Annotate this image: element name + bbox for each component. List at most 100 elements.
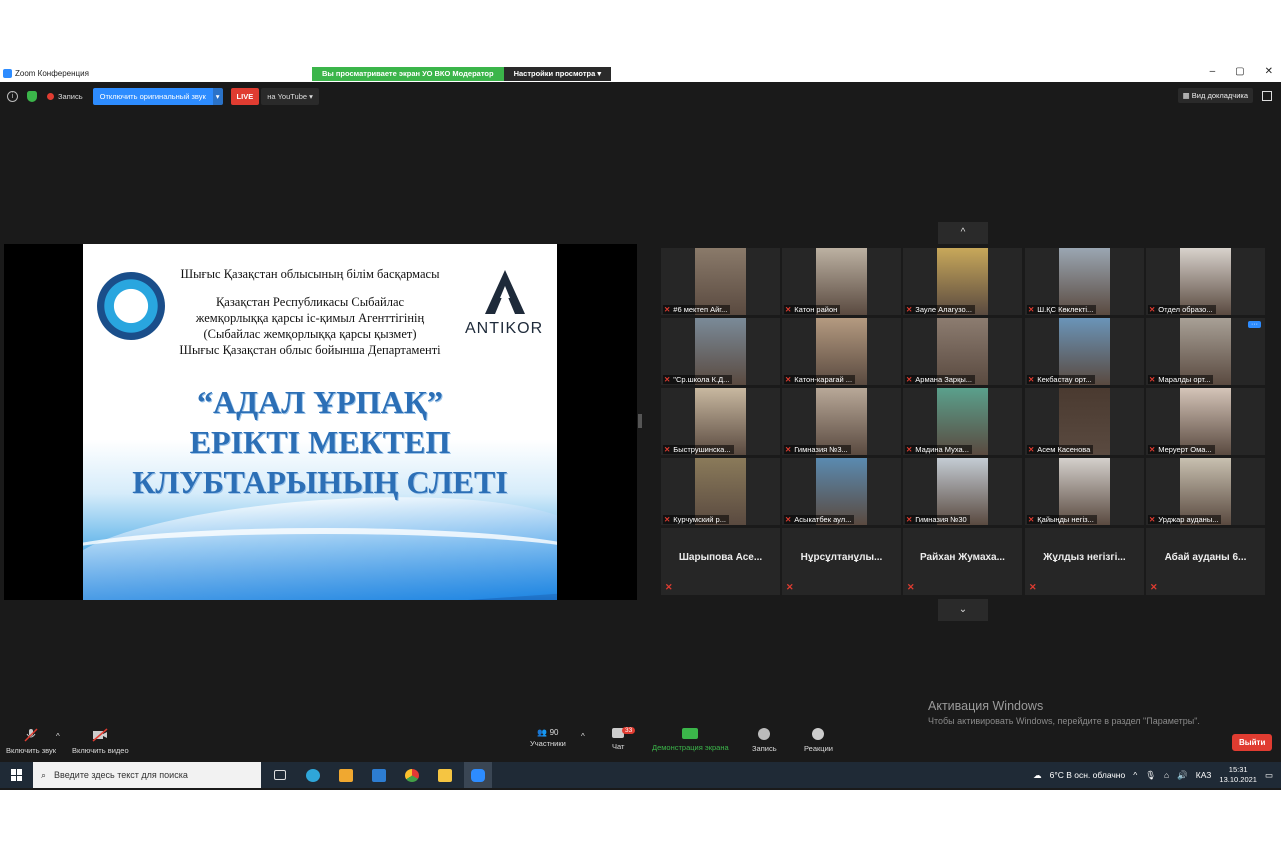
muted-mic-icon: ✕ — [665, 582, 673, 592]
split-divider-handle[interactable] — [638, 414, 642, 428]
speaker-view-button[interactable]: ▦ Вид докладчика — [1177, 88, 1253, 103]
close-button[interactable]: ✕ — [1265, 66, 1273, 77]
participant-name-label: Курчумский р... — [673, 515, 726, 524]
participant-name-label: Нұрсұлтанұлы... — [800, 552, 883, 563]
unmute-button[interactable]: Включить звук — [6, 728, 56, 755]
chevron-up-icon[interactable]: ^ — [1133, 770, 1137, 780]
task-view-button[interactable] — [266, 762, 294, 788]
notification-icon[interactable]: ▭ — [1265, 770, 1273, 781]
slide-title-line: “АДАЛ ҰРПАҚ” — [197, 384, 443, 420]
record-indicator[interactable]: Запись — [58, 92, 83, 101]
top-toolbar: i Запись Отключить оригинальный звук ▾ L… — [0, 84, 1281, 108]
participant-name: ✕ "Ср.школа К.Д... — [663, 375, 733, 384]
share-status: Вы просматриваете экран УО ВКО Модератор — [312, 67, 504, 81]
fullscreen-icon[interactable] — [1262, 91, 1272, 101]
more-options-icon[interactable]: ··· — [1248, 321, 1261, 328]
participant-tile[interactable]: ✕ Зауле Алагузо... — [903, 248, 1022, 315]
mail-button[interactable] — [365, 762, 393, 788]
muted-mic-icon: ✕ — [1028, 375, 1035, 384]
participants-caret[interactable]: ^ — [581, 732, 585, 741]
participant-tile[interactable]: ✕ Гимназия №3... — [782, 388, 901, 455]
view-options-button[interactable]: Настройки просмотра ▾ — [503, 67, 612, 81]
shield-icon[interactable] — [27, 90, 37, 102]
chrome-button[interactable] — [398, 762, 426, 788]
audio-options-caret[interactable]: ^ — [56, 732, 60, 741]
leave-button[interactable]: Выйти — [1232, 734, 1273, 751]
participant-tile[interactable]: ✕ Курчумский р... — [661, 458, 780, 525]
youtube-stream-button[interactable]: на YouTube ▾ — [261, 87, 319, 105]
participant-tile[interactable]: ✕ "Ср.школа К.Д... — [661, 318, 780, 385]
participant-tile[interactable]: ✕ Маралды орт... ··· — [1146, 318, 1265, 385]
participant-tile[interactable]: Шарыпова Асе... ✕ — [661, 528, 780, 595]
live-badge[interactable]: LIVE — [230, 87, 260, 105]
slide-header-line: (Сыбайлас жемқорлыққа қарсы қызмет) — [203, 327, 417, 341]
participant-name-label: Армана Зарқы... — [915, 375, 972, 384]
participant-tile[interactable]: ✕ Асем Касенова — [1025, 388, 1144, 455]
edge-icon — [306, 768, 320, 782]
edge-button[interactable] — [299, 762, 327, 788]
participant-name-label: Меруерт Ома... — [1158, 445, 1212, 454]
participant-name: ✕ Курчумский р... — [663, 515, 729, 524]
participant-tile[interactable]: ✕ Ш.ҚС Көклекті... — [1025, 248, 1144, 315]
language-indicator[interactable]: КАЗ — [1196, 770, 1212, 780]
participants-icon: 👥 90 — [537, 728, 559, 737]
presentation-slide: Шығыс Қазақстан облысының білім басқарма… — [83, 244, 557, 600]
participant-tile[interactable]: Абай ауданы 6... ✕ — [1146, 528, 1265, 595]
store-button[interactable] — [332, 762, 360, 788]
participant-name-label: Отдел образо... — [1158, 305, 1213, 314]
muted-mic-icon: ✕ — [786, 582, 794, 592]
taskbar-search[interactable]: ⌕ Введите здесь текст для поиска — [33, 762, 261, 788]
record-button[interactable]: Запись — [752, 728, 777, 753]
network-icon[interactable]: ⌂ — [1164, 770, 1169, 780]
participant-tile[interactable]: ✕ Гимназия №30 — [903, 458, 1022, 525]
activation-subtitle: Чтобы активировать Windows, перейдите в … — [928, 716, 1200, 726]
clock[interactable]: 15:31 13.10.2021 — [1219, 765, 1257, 785]
clock-time: 15:31 — [1228, 765, 1248, 774]
start-video-label: Включить видео — [72, 746, 129, 755]
participant-tile[interactable]: ✕ Кекбастау орт... — [1025, 318, 1144, 385]
participant-tile[interactable]: ✕ Катон район — [782, 248, 901, 315]
participant-tile[interactable]: ✕ Қайыңды негіз... — [1025, 458, 1144, 525]
participant-tile[interactable]: ✕ Отдел образо... — [1146, 248, 1265, 315]
participant-tile[interactable]: Райхан Жумаха... ✕ — [903, 528, 1022, 595]
search-icon: ⌕ — [41, 769, 47, 780]
microphone-icon[interactable]: 🎙 — [1145, 770, 1156, 781]
volume-icon[interactable]: 🔊 — [1177, 770, 1188, 781]
maximize-button[interactable]: ▢ — [1235, 66, 1244, 77]
muted-mic-icon: ✕ — [664, 445, 671, 454]
chevron-down-icon[interactable]: ▾ — [212, 87, 223, 105]
participant-name-label: Катон район — [794, 305, 838, 314]
zoom-taskbar-button[interactable] — [464, 762, 492, 788]
participant-name-label: "Ср.школа К.Д... — [673, 375, 730, 384]
minimize-button[interactable]: – — [1210, 66, 1216, 77]
participant-tile[interactable]: Нұрсұлтанұлы... ✕ — [782, 528, 901, 595]
participant-tile[interactable]: ✕ Катон-карагай ... — [782, 318, 901, 385]
participant-tile[interactable]: ✕ #6 мектеп Айг... — [661, 248, 780, 315]
original-sound-button[interactable]: Отключить оригинальный звук — [92, 87, 213, 105]
info-icon[interactable]: i — [7, 90, 18, 102]
participant-tile[interactable]: Жұлдыз негізгі... ✕ — [1025, 528, 1144, 595]
gallery-next-button[interactable]: ⌄ — [938, 599, 988, 621]
muted-mic-icon: ✕ — [906, 375, 913, 384]
windows-start-icon[interactable] — [11, 769, 23, 781]
participants-button[interactable]: 👥 90 Участники — [530, 728, 566, 748]
participant-tile[interactable]: ✕ Армана Зарқы... — [903, 318, 1022, 385]
gallery-prev-button[interactable]: ^ — [938, 222, 988, 244]
participant-tile[interactable]: ✕ Асыкатбек аул... — [782, 458, 901, 525]
start-video-button[interactable]: Включить видео — [72, 728, 129, 755]
weather-text[interactable]: 6°C В осн. облачно — [1050, 770, 1126, 780]
participant-tile[interactable]: ✕ Быструшинска... — [661, 388, 780, 455]
explorer-button[interactable] — [431, 762, 459, 788]
share-screen-button[interactable]: Демонстрация экрана — [652, 728, 729, 752]
store-icon — [339, 768, 353, 782]
participant-tile[interactable]: ✕ Меруерт Ома... — [1146, 388, 1265, 455]
participant-tile[interactable]: ✕ Мадина Муха... — [903, 388, 1022, 455]
participant-name: ✕ #6 мектеп Айг... — [663, 305, 731, 314]
participant-tile[interactable]: ✕ Урджар ауданы... — [1146, 458, 1265, 525]
muted-mic-icon: ✕ — [1150, 582, 1158, 592]
participant-name-label: Зауле Алагузо... — [915, 305, 972, 314]
participant-name-label: Қайыңды негіз... — [1037, 515, 1094, 524]
search-placeholder: Введите здесь текст для поиска — [54, 770, 188, 780]
reactions-button[interactable]: Реакции — [804, 728, 833, 753]
shared-screen: Шығыс Қазақстан облысының білім басқарма… — [4, 244, 637, 600]
